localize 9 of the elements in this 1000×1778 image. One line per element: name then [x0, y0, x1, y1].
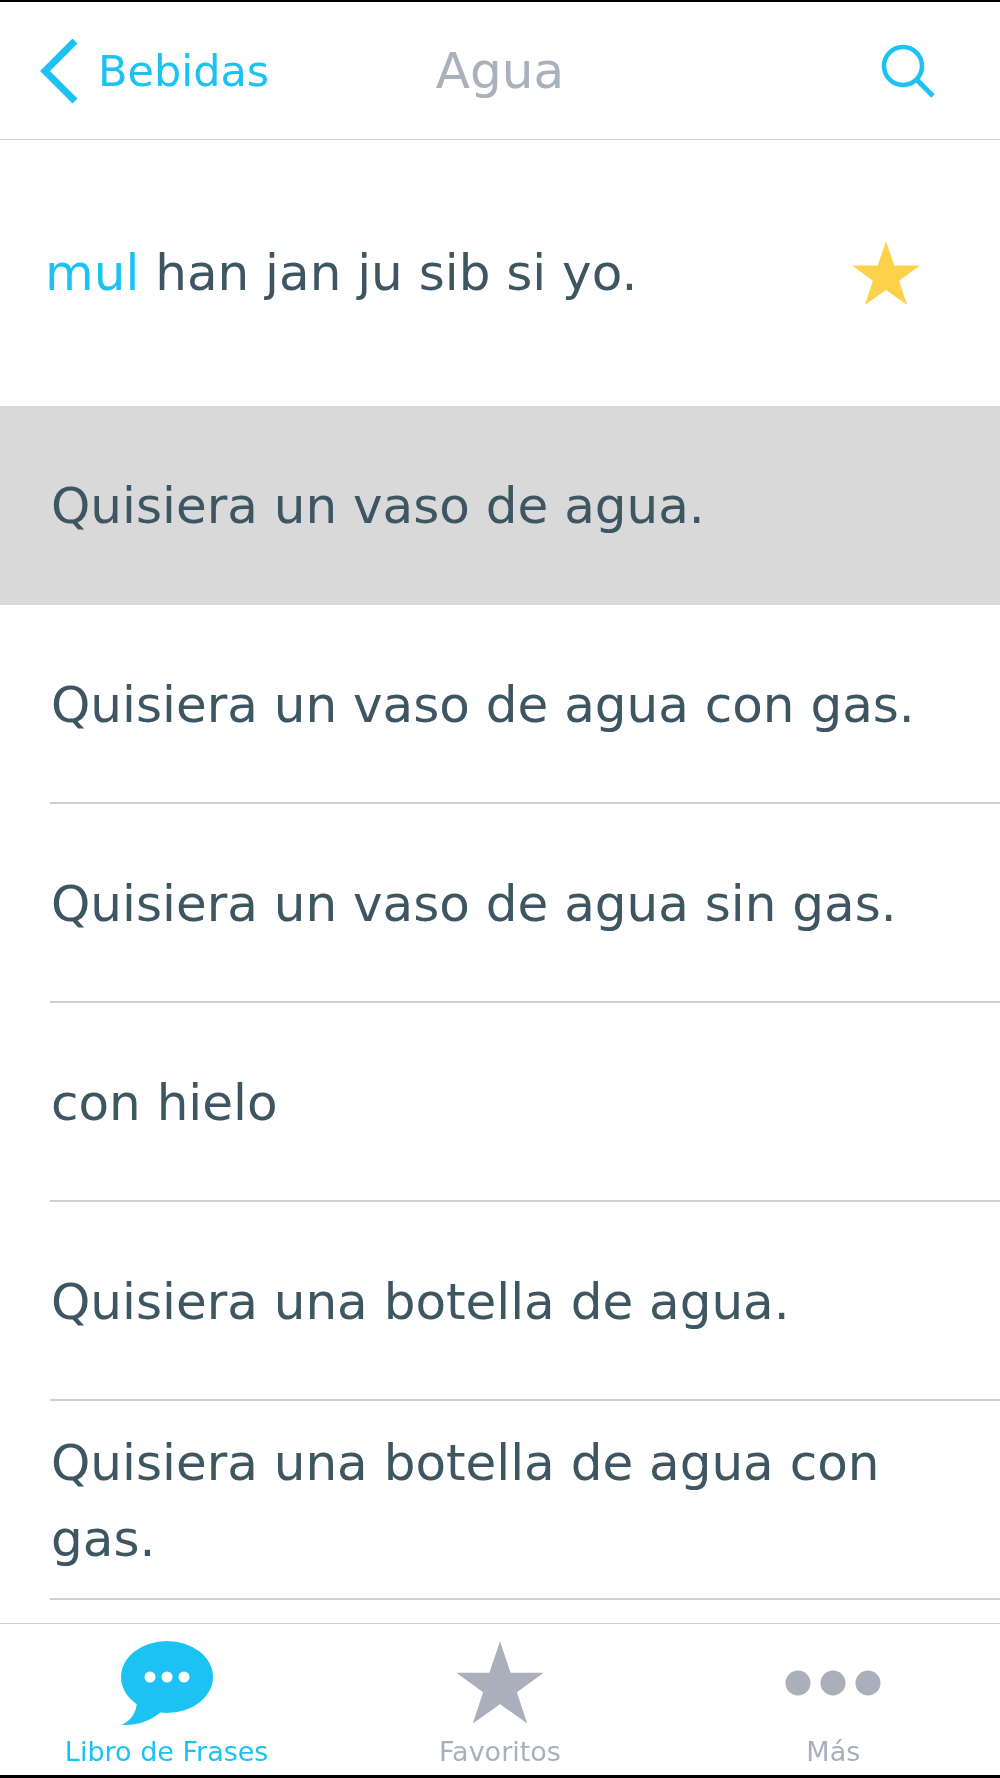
romanized-phrase: mul han jan ju sib si yo. [45, 244, 638, 302]
chat-bubble-icon [119, 1640, 215, 1726]
search-icon[interactable] [880, 42, 936, 99]
phrase-item[interactable]: Quisiera un vaso de agua. [0, 406, 1000, 605]
more-icon [785, 1670, 882, 1696]
star-icon [455, 1641, 545, 1725]
star-icon[interactable] [851, 240, 921, 306]
screen-title: Agua [435, 41, 565, 100]
chevron-icon [38, 37, 78, 104]
